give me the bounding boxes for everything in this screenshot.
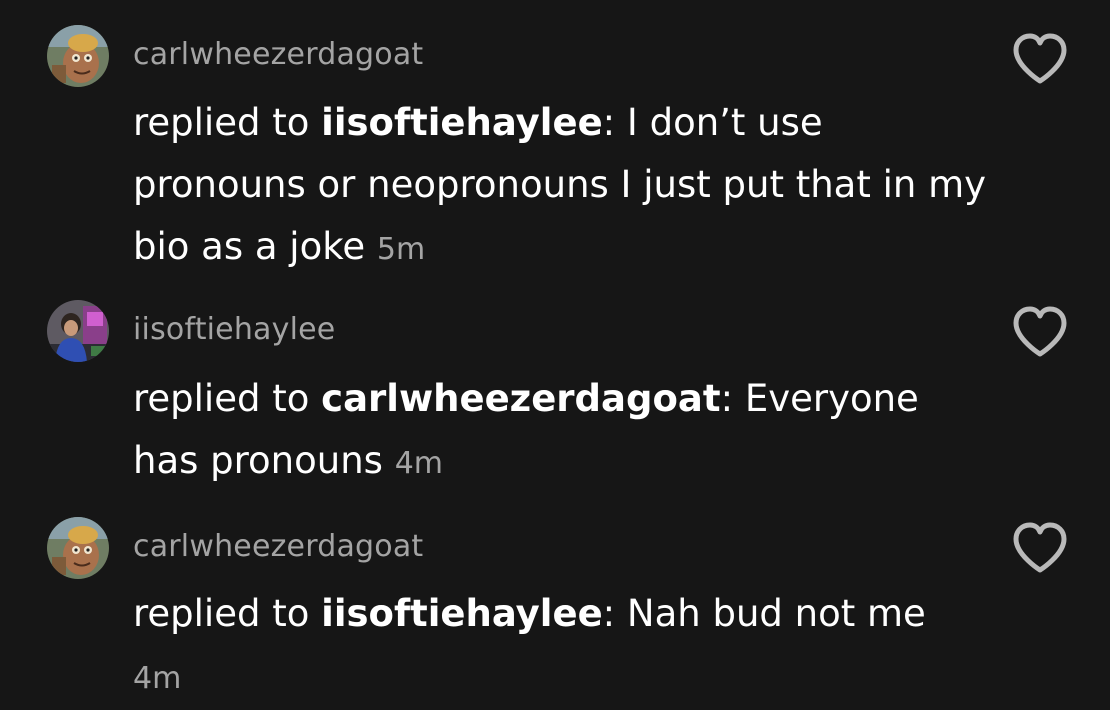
cartoon-avatar-icon <box>47 25 109 87</box>
avatar[interactable] <box>47 517 109 579</box>
heart-outline-icon <box>1013 522 1067 573</box>
avatar[interactable] <box>47 300 109 362</box>
cartoon-avatar-icon <box>47 517 109 579</box>
reply-target-username[interactable]: iisoftiehaylee <box>321 101 603 144</box>
avatar[interactable] <box>47 25 109 87</box>
comment-body: replied to carlwheezerdagoat: Everyone h… <box>133 368 993 495</box>
comment-timestamp: 4m <box>394 446 444 481</box>
comment-timestamp: 4m <box>133 661 182 696</box>
comment-username[interactable]: iisoftiehaylee <box>133 312 335 348</box>
comment-item: iisoftiehaylee replied to carlwheezerdag… <box>0 290 1110 510</box>
comment-item: carlwheezerdagoat replied to iisoftiehay… <box>0 0 1110 290</box>
reply-prefix: replied to <box>133 592 322 635</box>
comment-username[interactable]: carlwheezerdagoat <box>133 529 423 565</box>
comment-body: replied to iisoftiehaylee: I don’t use p… <box>133 92 993 281</box>
like-button[interactable] <box>1010 304 1070 360</box>
heart-outline-icon <box>1013 306 1067 357</box>
reply-suffix: : <box>720 377 745 420</box>
reply-suffix: : <box>602 101 627 144</box>
reply-target-username[interactable]: carlwheezerdagoat <box>321 377 720 420</box>
reply-target-username[interactable]: iisoftiehaylee <box>321 592 603 635</box>
photo-avatar-icon <box>47 300 109 362</box>
reply-prefix: replied to <box>133 377 322 420</box>
comment-username[interactable]: carlwheezerdagoat <box>133 37 423 73</box>
reply-prefix: replied to <box>133 101 322 144</box>
comment-item: carlwheezerdagoat replied to iisoftiehay… <box>0 510 1110 710</box>
comment-body: replied to iisoftiehaylee: Nah bud not m… <box>133 583 993 710</box>
like-button[interactable] <box>1010 520 1070 576</box>
like-button[interactable] <box>1010 31 1070 87</box>
comment-text: Nah bud not me <box>626 592 926 635</box>
comment-timestamp: 5m <box>376 232 426 267</box>
reply-suffix: : <box>602 592 627 635</box>
heart-outline-icon <box>1013 33 1067 84</box>
